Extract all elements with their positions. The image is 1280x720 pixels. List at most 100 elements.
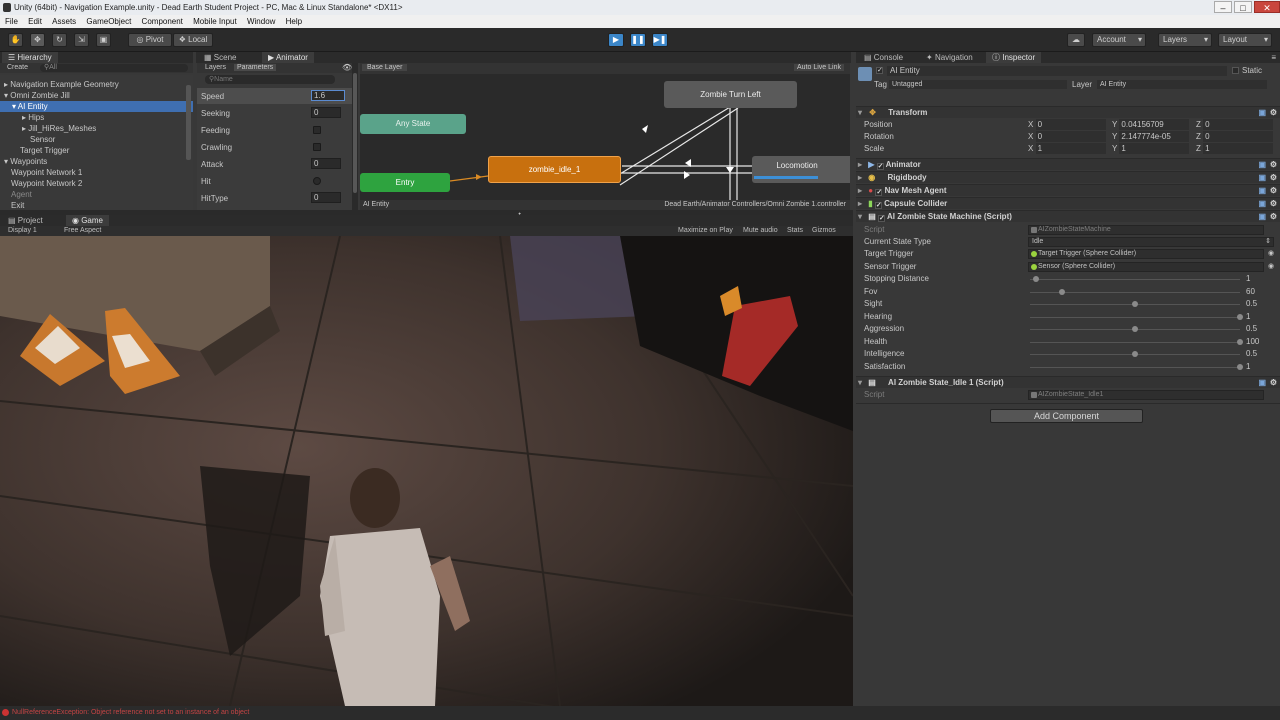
menu-help[interactable]: Help [286, 17, 302, 26]
hierarchy-item-ai-entity[interactable]: ▾ AI Entity [0, 101, 193, 112]
static-checkbox[interactable] [1232, 67, 1239, 74]
menu-window[interactable]: Window [247, 17, 275, 26]
tab-navigation[interactable]: ✦ Navigation [920, 52, 979, 63]
hierarchy-item-hips[interactable]: ▸ Hips [22, 112, 44, 123]
locomotion-node[interactable]: Locomotion [752, 156, 850, 183]
slider-value[interactable]: 1 [1246, 311, 1250, 322]
help-icon[interactable]: ▣ [1258, 377, 1266, 389]
hierarchy-item-jill-meshes[interactable]: ▸ Jill_HiRes_Meshes [22, 123, 96, 134]
help-icon[interactable]: ▣ [1258, 107, 1266, 119]
cloud-icon[interactable]: ☁ [1067, 33, 1085, 47]
mute-audio-toggle[interactable]: Mute audio [743, 226, 778, 236]
idle-state-component-header[interactable]: ▾ ▤ AI Zombie State_Idle 1 (Script) ▣ ⚙ [856, 376, 1280, 388]
gizmos-dropdown[interactable]: Gizmos [812, 226, 836, 236]
object-picker-icon[interactable]: ◉ [1268, 249, 1274, 257]
position-z[interactable]: Z 0 [1196, 119, 1274, 130]
eye-icon[interactable]: 👁 [342, 63, 352, 72]
gear-icon[interactable]: ⚙ [1270, 377, 1277, 389]
nav-mesh-agent-component-header[interactable]: ▸ ● ✓ Nav Mesh Agent ▣ ⚙ [856, 184, 1280, 196]
slider-thumb[interactable] [1132, 301, 1138, 307]
slider-track[interactable] [1030, 367, 1240, 368]
gear-icon[interactable]: ⚙ [1270, 172, 1277, 184]
gear-icon[interactable]: ⚙ [1270, 107, 1277, 119]
layout-dropdown[interactable]: Layout ▾ [1218, 33, 1272, 47]
pivot-button[interactable]: ◎ Pivot [128, 33, 172, 47]
slider-thumb[interactable] [1237, 314, 1243, 320]
parameters-scrollbar[interactable] [352, 63, 358, 210]
account-dropdown[interactable]: Account ▾ [1092, 33, 1146, 47]
tab-hierarchy[interactable]: ☰ Hierarchy [2, 52, 58, 63]
slider-track[interactable] [1030, 317, 1240, 318]
maximize-on-play-toggle[interactable]: Maximize on Play [678, 226, 733, 236]
tab-parameters[interactable]: Parameters [234, 64, 277, 71]
tag-dropdown[interactable]: Untagged [889, 80, 1067, 89]
active-checkbox[interactable]: ✓ [876, 67, 883, 74]
menu-edit[interactable]: Edit [28, 17, 42, 26]
help-icon[interactable]: ▣ [1258, 172, 1266, 184]
menu-assets[interactable]: Assets [52, 17, 76, 26]
object-picker-icon[interactable]: ◉ [1268, 262, 1274, 270]
rect-tool-icon[interactable]: ▣ [96, 33, 111, 47]
rotation-y[interactable]: Y 2.147774e-05 [1112, 131, 1190, 142]
slider-value[interactable]: 0.5 [1246, 323, 1257, 334]
layers-dropdown[interactable]: Layers ▾ [1158, 33, 1212, 47]
hierarchy-item-waypoints[interactable]: ▾ Waypoints [4, 156, 47, 167]
attack-field[interactable]: 0 [311, 158, 341, 169]
step-button[interactable]: ▶❚ [652, 33, 668, 47]
layer-dropdown[interactable]: AI Entity [1097, 80, 1267, 89]
tab-game[interactable]: ◉ Game [66, 215, 109, 226]
hierarchy-scrollbar[interactable] [186, 85, 191, 160]
menu-mobile-input[interactable]: Mobile Input [193, 17, 237, 26]
position-x[interactable]: X 0 [1028, 119, 1106, 130]
tab-animator[interactable]: ▶ Animator [262, 52, 314, 63]
rotation-x[interactable]: X 0 [1028, 131, 1106, 142]
gear-icon[interactable]: ⚙ [1270, 198, 1277, 210]
add-component-button[interactable]: Add Component [990, 409, 1143, 423]
play-button[interactable]: ▶ [608, 33, 624, 47]
tab-project[interactable]: ▤ Project [2, 215, 49, 226]
slider-thumb[interactable] [1237, 339, 1243, 345]
sensor-trigger-reference[interactable]: Sensor (Sphere Collider) [1028, 262, 1264, 272]
slider-thumb[interactable] [1132, 351, 1138, 357]
menu-component[interactable]: Component [142, 17, 183, 26]
scale-z[interactable]: Z 1 [1196, 143, 1274, 154]
slider-thumb[interactable] [1058, 289, 1065, 295]
hand-tool-icon[interactable]: ✋ [8, 33, 23, 47]
pause-button[interactable]: ❚❚ [630, 33, 646, 47]
slider-track[interactable] [1030, 279, 1240, 280]
move-tool-icon[interactable]: ✥ [30, 33, 45, 47]
position-y[interactable]: Y 0.04156709 [1112, 119, 1190, 130]
hierarchy-item-omni-zombie[interactable]: ▾ Omni Zombie Jill [4, 90, 70, 101]
capsule-collider-component-header[interactable]: ▸ ▮ ✓ Capsule Collider ▣ ⚙ [856, 197, 1280, 209]
hittype-field[interactable]: 0 [311, 192, 341, 203]
feeding-checkbox[interactable] [313, 126, 321, 134]
rotate-tool-icon[interactable]: ↻ [52, 33, 67, 47]
gear-icon[interactable]: ⚙ [1270, 159, 1277, 171]
menu-gameobject[interactable]: GameObject [86, 17, 131, 26]
slider-value[interactable]: 0.5 [1246, 348, 1257, 359]
stats-toggle[interactable]: Stats [787, 226, 803, 236]
slider-value[interactable]: 1 [1246, 361, 1250, 372]
slider-value[interactable]: 100 [1246, 336, 1259, 347]
aspect-dropdown[interactable]: Free Aspect [64, 226, 101, 236]
slider-thumb[interactable] [1033, 276, 1040, 282]
object-name-field[interactable]: AI Entity [887, 66, 1227, 76]
rotation-z[interactable]: Z 0 [1196, 131, 1274, 142]
scale-y[interactable]: Y 1 [1112, 143, 1190, 154]
minimize-button[interactable]: – [1214, 1, 1232, 13]
slider-value[interactable]: 1 [1246, 273, 1250, 284]
hierarchy-item-target-trigger[interactable]: Target Trigger [20, 145, 69, 156]
hierarchy-item-waypoint-network-1[interactable]: Waypoint Network 1 [11, 167, 82, 178]
hierarchy-search-input[interactable]: ⚲All [40, 64, 188, 72]
menu-file[interactable]: File [5, 17, 18, 26]
crawling-checkbox[interactable] [313, 143, 321, 151]
game-view[interactable] [0, 236, 853, 706]
parameter-search-input[interactable]: ⚲Name [205, 75, 335, 84]
maximize-button[interactable]: □ [1234, 1, 1252, 13]
tab-scene[interactable]: ▦ Scene [198, 52, 242, 63]
slider-thumb[interactable] [1132, 326, 1138, 332]
nav-mesh-agent-enabled-checkbox[interactable]: ✓ [875, 189, 883, 196]
help-icon[interactable]: ▣ [1258, 198, 1266, 210]
close-button[interactable]: ✕ [1254, 1, 1280, 13]
speed-field[interactable]: 1.6 [311, 90, 345, 101]
